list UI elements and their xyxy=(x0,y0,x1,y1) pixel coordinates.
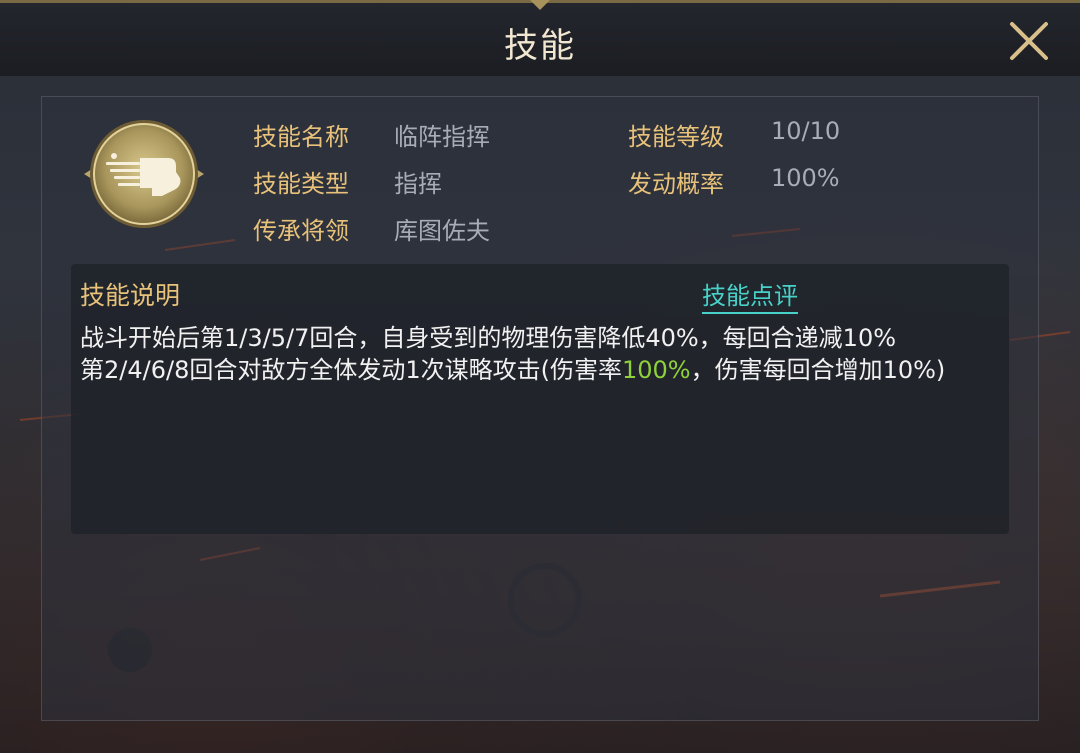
skill-name-label: 技能名称 xyxy=(253,123,349,151)
dialog-title: 技能 xyxy=(504,26,576,66)
header-ornament xyxy=(530,0,550,10)
trigger-chance-label: 发动概率 xyxy=(628,170,724,198)
trigger-chance-value: 100% xyxy=(771,164,840,192)
inherit-general-label: 传承将领 xyxy=(253,217,349,245)
skill-type-label: 技能类型 xyxy=(253,170,349,198)
skill-name-value: 临阵指挥 xyxy=(394,123,490,151)
inherit-general-value: 库图佐夫 xyxy=(394,217,490,245)
description-line-2-end: ，伤害每回合增加10%) xyxy=(690,356,946,384)
damage-rate-highlight: 100% xyxy=(621,356,691,384)
close-button[interactable] xyxy=(1008,20,1050,62)
hand-pointing-skill-icon xyxy=(84,120,204,228)
description-line-1: 战斗开始后第1/3/5/7回合，自身受到的物理伤害降低40%，每回合递减10% xyxy=(80,324,897,352)
description-title: 技能说明 xyxy=(80,281,181,310)
skill-dialog: 技能 技能名称 临阵指挥 技能等级 10/10 技能类型 指挥 发动概率 100… xyxy=(0,0,1080,753)
close-icon xyxy=(1010,22,1048,60)
description-line-2-start: 第2/4/6/8回合对敌方全体发动1次谋略攻击(伤害率 xyxy=(80,356,622,384)
skill-level-value: 10/10 xyxy=(771,117,841,145)
description-text: 战斗开始后第1/3/5/7回合，自身受到的物理伤害降低40%，每回合递减10% 第… xyxy=(80,322,985,386)
description-box xyxy=(71,264,1009,534)
skill-review-link[interactable]: 技能点评 xyxy=(702,276,798,314)
skill-type-value: 指挥 xyxy=(394,170,442,198)
skill-level-label: 技能等级 xyxy=(628,123,724,151)
